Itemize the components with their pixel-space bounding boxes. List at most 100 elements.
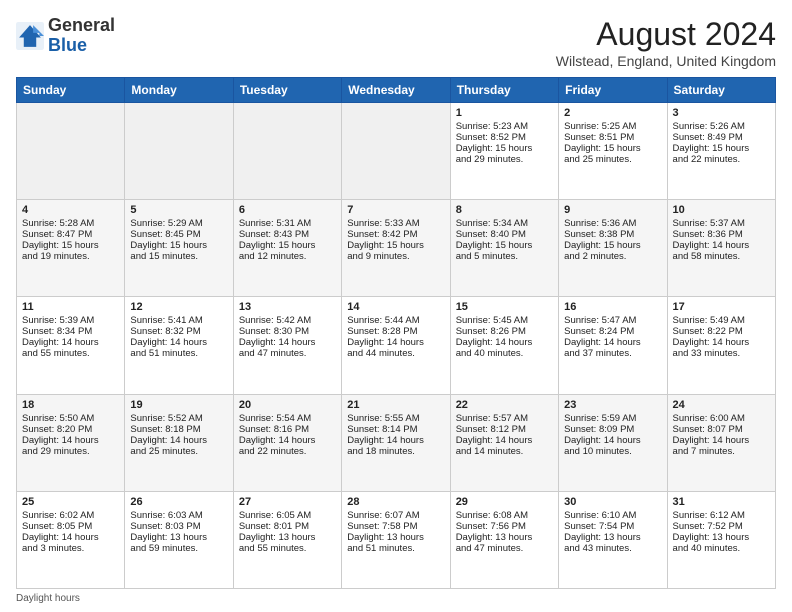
day-info: and 29 minutes. bbox=[22, 446, 90, 457]
day-info: Sunrise: 5:33 AM bbox=[347, 218, 419, 229]
day-number: 20 bbox=[239, 399, 336, 411]
day-info: Sunrise: 6:10 AM bbox=[564, 510, 636, 521]
calendar-day-header: Monday bbox=[125, 78, 233, 103]
day-info: and 15 minutes. bbox=[130, 251, 198, 262]
calendar-cell bbox=[125, 103, 233, 200]
calendar-cell: 8Sunrise: 5:34 AMSunset: 8:40 PMDaylight… bbox=[450, 200, 558, 297]
calendar-cell: 18Sunrise: 5:50 AMSunset: 8:20 PMDayligh… bbox=[17, 394, 125, 491]
day-info: Daylight: 15 hours bbox=[564, 240, 641, 251]
calendar-cell: 13Sunrise: 5:42 AMSunset: 8:30 PMDayligh… bbox=[233, 297, 341, 394]
day-info: Sunset: 8:43 PM bbox=[239, 229, 309, 240]
calendar-cell: 5Sunrise: 5:29 AMSunset: 8:45 PMDaylight… bbox=[125, 200, 233, 297]
day-info: Sunset: 8:40 PM bbox=[456, 229, 526, 240]
day-info: Sunrise: 5:37 AM bbox=[673, 218, 745, 229]
day-info: Sunrise: 5:28 AM bbox=[22, 218, 94, 229]
day-number: 29 bbox=[456, 496, 553, 508]
day-number: 12 bbox=[130, 301, 227, 313]
day-info: Sunrise: 5:39 AM bbox=[22, 315, 94, 326]
calendar-day-header: Wednesday bbox=[342, 78, 450, 103]
day-info: Sunrise: 6:08 AM bbox=[456, 510, 528, 521]
day-number: 21 bbox=[347, 399, 444, 411]
day-info: Sunrise: 6:07 AM bbox=[347, 510, 419, 521]
day-info: Sunset: 7:58 PM bbox=[347, 521, 417, 532]
calendar-cell: 28Sunrise: 6:07 AMSunset: 7:58 PMDayligh… bbox=[342, 491, 450, 588]
day-info: Daylight: 14 hours bbox=[673, 240, 750, 251]
day-info: Sunset: 8:30 PM bbox=[239, 326, 309, 337]
calendar-cell: 22Sunrise: 5:57 AMSunset: 8:12 PMDayligh… bbox=[450, 394, 558, 491]
calendar-cell: 15Sunrise: 5:45 AMSunset: 8:26 PMDayligh… bbox=[450, 297, 558, 394]
calendar-week-row: 25Sunrise: 6:02 AMSunset: 8:05 PMDayligh… bbox=[17, 491, 776, 588]
day-info: and 44 minutes. bbox=[347, 348, 415, 359]
calendar-cell: 12Sunrise: 5:41 AMSunset: 8:32 PMDayligh… bbox=[125, 297, 233, 394]
calendar-cell: 25Sunrise: 6:02 AMSunset: 8:05 PMDayligh… bbox=[17, 491, 125, 588]
day-info: Daylight: 15 hours bbox=[22, 240, 99, 251]
logo: General Blue bbox=[16, 16, 115, 56]
day-info: Sunset: 8:14 PM bbox=[347, 424, 417, 435]
calendar-day-header: Friday bbox=[559, 78, 667, 103]
day-number: 6 bbox=[239, 204, 336, 216]
day-info: Daylight: 14 hours bbox=[130, 337, 207, 348]
day-number: 4 bbox=[22, 204, 119, 216]
day-info: and 43 minutes. bbox=[564, 543, 632, 554]
day-info: and 12 minutes. bbox=[239, 251, 307, 262]
day-info: Daylight: 14 hours bbox=[673, 435, 750, 446]
day-info: Sunrise: 6:12 AM bbox=[673, 510, 745, 521]
day-info: and 9 minutes. bbox=[347, 251, 409, 262]
day-info: Sunset: 8:47 PM bbox=[22, 229, 92, 240]
day-number: 25 bbox=[22, 496, 119, 508]
day-info: Sunset: 8:16 PM bbox=[239, 424, 309, 435]
day-info: Daylight: 14 hours bbox=[22, 337, 99, 348]
calendar-cell: 10Sunrise: 5:37 AMSunset: 8:36 PMDayligh… bbox=[667, 200, 775, 297]
day-info: and 29 minutes. bbox=[456, 154, 524, 165]
calendar-cell: 7Sunrise: 5:33 AMSunset: 8:42 PMDaylight… bbox=[342, 200, 450, 297]
day-info: Sunrise: 5:31 AM bbox=[239, 218, 311, 229]
day-info: Sunrise: 5:23 AM bbox=[456, 121, 528, 132]
day-number: 3 bbox=[673, 107, 770, 119]
day-info: and 14 minutes. bbox=[456, 446, 524, 457]
day-info: Sunrise: 5:42 AM bbox=[239, 315, 311, 326]
day-info: and 19 minutes. bbox=[22, 251, 90, 262]
day-info: Sunset: 8:12 PM bbox=[456, 424, 526, 435]
calendar-day-header: Tuesday bbox=[233, 78, 341, 103]
title-area: August 2024 Wilstead, England, United Ki… bbox=[556, 16, 776, 69]
day-info: Sunrise: 6:05 AM bbox=[239, 510, 311, 521]
day-info: Daylight: 13 hours bbox=[239, 532, 316, 543]
day-info: Sunset: 7:52 PM bbox=[673, 521, 743, 532]
day-info: and 40 minutes. bbox=[456, 348, 524, 359]
day-info: Sunset: 8:26 PM bbox=[456, 326, 526, 337]
calendar-cell: 6Sunrise: 5:31 AMSunset: 8:43 PMDaylight… bbox=[233, 200, 341, 297]
day-info: Sunset: 8:05 PM bbox=[22, 521, 92, 532]
day-info: Daylight: 15 hours bbox=[673, 143, 750, 154]
day-info: Sunset: 8:03 PM bbox=[130, 521, 200, 532]
day-info: Sunrise: 5:36 AM bbox=[564, 218, 636, 229]
day-info: Daylight: 14 hours bbox=[673, 337, 750, 348]
day-info: and 40 minutes. bbox=[673, 543, 741, 554]
day-info: Daylight: 14 hours bbox=[22, 435, 99, 446]
day-info: Daylight: 14 hours bbox=[456, 337, 533, 348]
day-number: 2 bbox=[564, 107, 661, 119]
day-info: Sunset: 8:45 PM bbox=[130, 229, 200, 240]
day-info: Daylight: 13 hours bbox=[130, 532, 207, 543]
calendar-cell: 2Sunrise: 5:25 AMSunset: 8:51 PMDaylight… bbox=[559, 103, 667, 200]
day-number: 11 bbox=[22, 301, 119, 313]
day-info: and 55 minutes. bbox=[22, 348, 90, 359]
calendar-cell: 20Sunrise: 5:54 AMSunset: 8:16 PMDayligh… bbox=[233, 394, 341, 491]
day-number: 22 bbox=[456, 399, 553, 411]
calendar-week-row: 1Sunrise: 5:23 AMSunset: 8:52 PMDaylight… bbox=[17, 103, 776, 200]
day-info: and 5 minutes. bbox=[456, 251, 518, 262]
day-number: 30 bbox=[564, 496, 661, 508]
day-number: 18 bbox=[22, 399, 119, 411]
calendar-week-row: 4Sunrise: 5:28 AMSunset: 8:47 PMDaylight… bbox=[17, 200, 776, 297]
day-number: 17 bbox=[673, 301, 770, 313]
day-info: and 2 minutes. bbox=[564, 251, 626, 262]
day-info: Daylight: 15 hours bbox=[347, 240, 424, 251]
calendar-day-header: Thursday bbox=[450, 78, 558, 103]
day-info: Sunset: 8:42 PM bbox=[347, 229, 417, 240]
day-info: and 25 minutes. bbox=[564, 154, 632, 165]
day-info: Sunrise: 5:59 AM bbox=[564, 413, 636, 424]
day-info: and 22 minutes. bbox=[239, 446, 307, 457]
day-info: Sunrise: 5:41 AM bbox=[130, 315, 202, 326]
day-info: Sunset: 8:01 PM bbox=[239, 521, 309, 532]
day-info: Sunset: 8:18 PM bbox=[130, 424, 200, 435]
day-info: and 10 minutes. bbox=[564, 446, 632, 457]
